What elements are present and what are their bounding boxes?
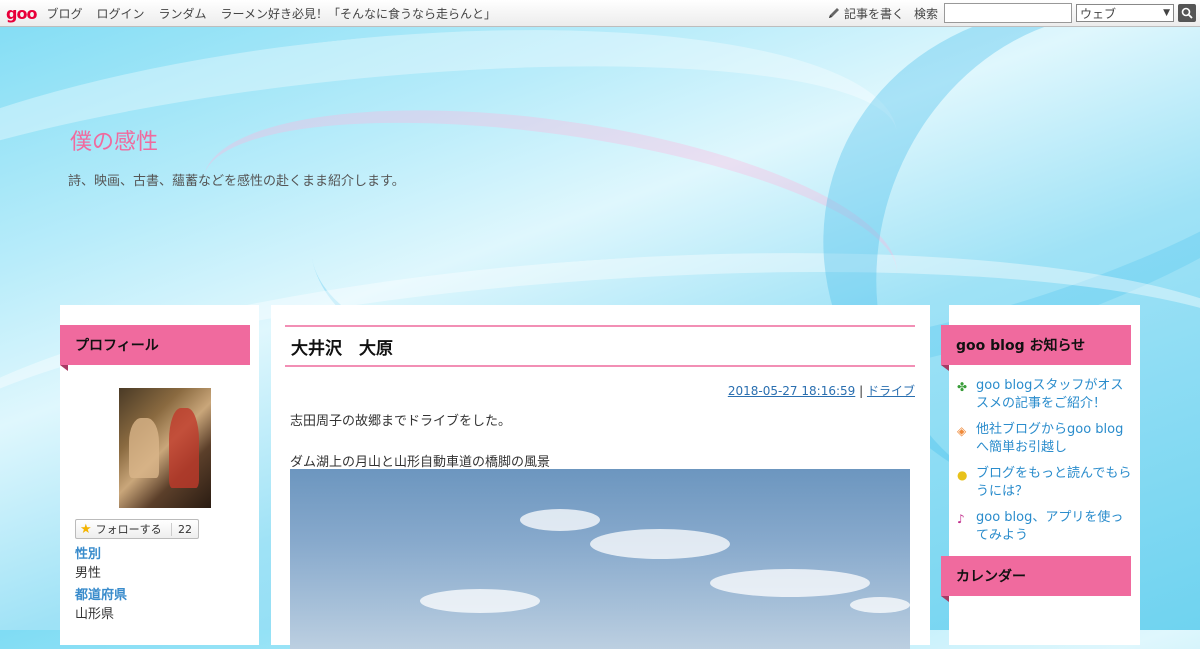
article-category-link[interactable]: ドライブ — [867, 384, 915, 398]
photo-cloud — [590, 529, 730, 559]
right-sidebar: goo blog お知らせ ✤ goo blogスタッフがオススメの記事をご紹介… — [941, 305, 1140, 645]
follow-label: フォローする — [95, 523, 162, 536]
profile-field-label: 都道府県 — [75, 588, 128, 603]
blog-description: 詩、映画、古書、蘊蓄などを感性の赴くまま紹介します。 — [68, 174, 405, 189]
pencil-icon — [828, 8, 839, 18]
photo-cloud — [520, 509, 600, 531]
goo-logo[interactable]: goo — [6, 4, 37, 23]
toolbar-link-blog[interactable]: ブログ — [46, 5, 82, 22]
toolbar-link-login[interactable]: ログイン — [96, 5, 144, 22]
write-post-link[interactable]: 記事を書く — [827, 5, 904, 22]
meta-separator: | — [859, 384, 864, 398]
star-icon: ★ — [80, 521, 92, 537]
list-item[interactable]: ● ブログをもっと読んでもらうには？ — [957, 465, 1135, 501]
avatar[interactable] — [119, 388, 211, 508]
photo-cloud — [850, 597, 910, 613]
bulb-icon: ● — [957, 468, 968, 482]
profile-heading: プロフィール — [60, 325, 250, 371]
blog-title[interactable]: 僕の感性 — [70, 124, 158, 156]
notice-list: ✤ goo blogスタッフがオススメの記事をご紹介！ ◈ 他社ブログからgoo… — [957, 377, 1135, 553]
search-scope-select[interactable]: ウェブ ▼ — [1076, 4, 1174, 22]
profile-field-label: 性別 — [75, 547, 102, 562]
profile-field: 都道府県 山形県 — [75, 584, 127, 622]
avatar-figure — [169, 408, 199, 488]
notice-heading: goo blog お知らせ — [941, 325, 1131, 371]
list-item[interactable]: ♪ goo blog、アプリを使ってみよう — [957, 509, 1135, 545]
article-photo[interactable] — [290, 469, 910, 649]
search-input[interactable] — [944, 3, 1072, 23]
avatar-figure — [129, 418, 159, 478]
notice-link[interactable]: 他社ブログからgoo blogへ簡単お引越し — [976, 421, 1135, 457]
clover-icon: ✤ — [957, 380, 968, 394]
article-datetime-link[interactable]: 2018-05-27 18:16:59 — [728, 384, 855, 398]
notice-link[interactable]: ブログをもっと読んでもらうには？ — [976, 465, 1135, 501]
search-label: 検索 — [913, 6, 938, 21]
list-item[interactable]: ✤ goo blogスタッフがオススメの記事をご紹介！ — [957, 377, 1135, 413]
chevron-down-icon: ▼ — [1163, 8, 1170, 18]
calendar-heading: カレンダー — [941, 556, 1131, 602]
toolbar-link-featured[interactable]: ラーメン好き必見！「そんなに食うなら走らんと」 — [220, 5, 496, 22]
notice-link[interactable]: goo blogスタッフがオススメの記事をご紹介！ — [976, 377, 1135, 413]
profile-field-value: 男性 — [75, 566, 102, 581]
toolbar-right: 記事を書く 検索 ウェブ ▼ — [827, 0, 1200, 26]
article-meta: 2018-05-27 18:16:59 | ドライブ — [728, 382, 915, 399]
article-paragraph: 志田周子の故郷までドライブをした。 — [290, 414, 512, 429]
top-toolbar: goo ブログ ログイン ランダム ラーメン好き必見！「そんなに食うなら走らんと… — [0, 0, 1200, 27]
left-sidebar: プロフィール ★ フォローする 22 性別 男性 都道府県 山形県 — [60, 305, 259, 645]
toolbar-link-random[interactable]: ランダム — [158, 5, 206, 22]
notice-link[interactable]: goo blog、アプリを使ってみよう — [976, 509, 1135, 545]
search-button[interactable] — [1178, 4, 1196, 22]
article-title[interactable]: 大井沢 大原 — [285, 325, 915, 367]
photo-cloud — [710, 569, 870, 597]
music-note-icon: ♪ — [957, 512, 965, 526]
photo-cloud — [420, 589, 540, 613]
profile-field: 性別 男性 — [75, 543, 101, 581]
main-content: 大井沢 大原 2018-05-27 18:16:59 | ドライブ 志田周子の故… — [271, 305, 930, 649]
follow-count: 22 — [171, 522, 198, 536]
follow-button[interactable]: ★ フォローする 22 — [75, 519, 199, 539]
list-item[interactable]: ◈ 他社ブログからgoo blogへ簡単お引越し — [957, 421, 1135, 457]
article-paragraph: ダム湖上の月山と山形自動車道の橋脚の風景 — [290, 455, 551, 470]
search-scope-value: ウェブ — [1080, 6, 1117, 21]
diamond-icon: ◈ — [957, 424, 967, 438]
profile-field-value: 山形県 — [75, 607, 115, 622]
write-post-label: 記事を書く — [843, 6, 904, 21]
search-icon — [1181, 7, 1193, 19]
